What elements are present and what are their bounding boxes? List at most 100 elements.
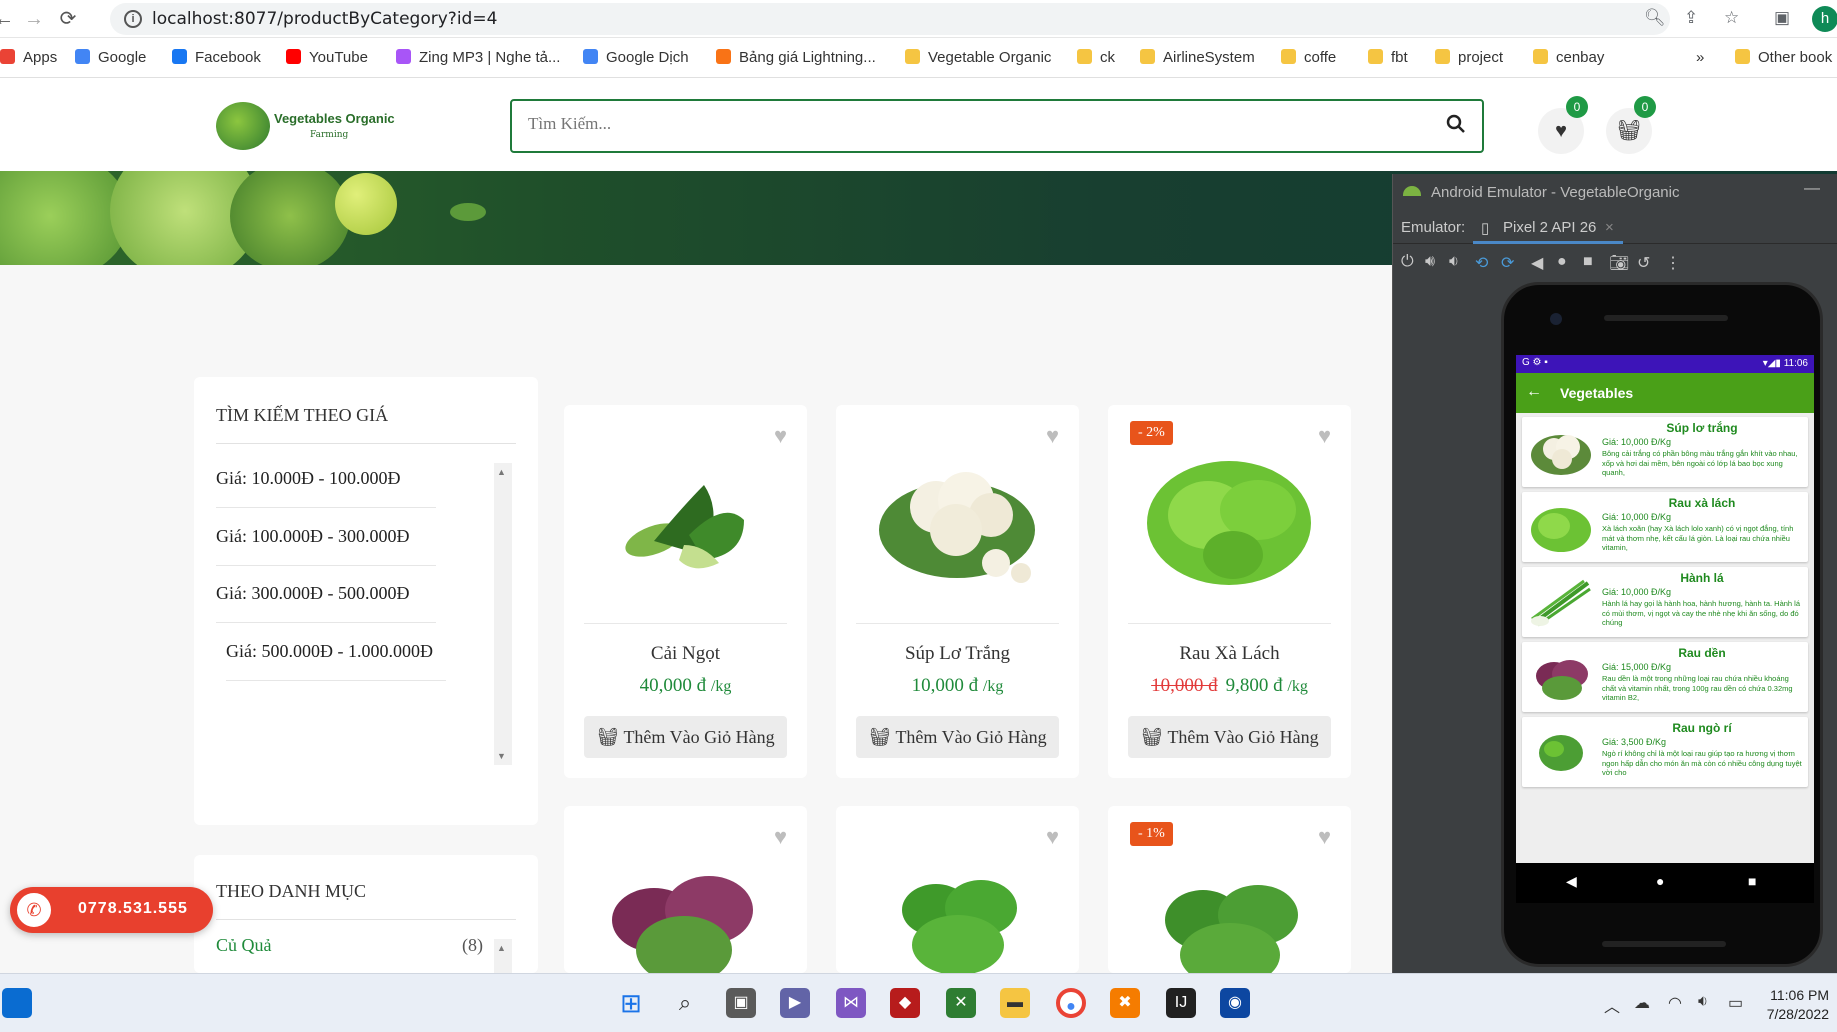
product-image[interactable] bbox=[1138, 445, 1321, 595]
bookmark-item[interactable]: » bbox=[1696, 49, 1704, 66]
side-panel-icon[interactable]: ▣ bbox=[1774, 8, 1790, 28]
price-range-option[interactable]: Giá: 100.000Đ - 300.000Đ bbox=[216, 526, 409, 547]
android-back-icon[interactable]: ◀ bbox=[1566, 873, 1577, 890]
show-desktop-icon[interactable] bbox=[2, 988, 32, 1018]
chevron-up-icon[interactable]: ︿ bbox=[1604, 993, 1620, 1017]
cart-button[interactable]: 🧺︎ 0 bbox=[1606, 96, 1656, 154]
file-explorer-icon[interactable]: ▬ bbox=[1000, 988, 1030, 1018]
android-recents-icon[interactable]: ■ bbox=[1748, 873, 1756, 889]
undo-icon[interactable]: ↺ bbox=[1637, 253, 1650, 273]
url-bar[interactable]: i localhost:8077/productByCategory?id=4 bbox=[110, 3, 1670, 35]
bookmark-item[interactable]: Bảng giá Lightning... bbox=[716, 49, 876, 66]
bookmark-item[interactable]: cenbay bbox=[1533, 49, 1604, 66]
rotate-left-icon[interactable]: ⟲ bbox=[1475, 253, 1488, 273]
search-taskbar-icon[interactable]: ⌕ bbox=[670, 988, 700, 1018]
vegetable-list-item[interactable]: Súp lơ trắng Giá: 10,000 Đ/Kg Bông cải t… bbox=[1522, 417, 1808, 487]
xbox-icon[interactable]: ✕ bbox=[946, 988, 976, 1018]
vegetable-list-item[interactable]: Rau ngò rí Giá: 3,500 Đ/Kg Ngò rí không … bbox=[1522, 717, 1808, 787]
minimize-icon[interactable]: — bbox=[1804, 180, 1820, 198]
product-name[interactable]: Cải Ngọt bbox=[564, 643, 807, 665]
chrome-icon[interactable]: ● bbox=[1056, 988, 1086, 1018]
bookmark-item[interactable]: project bbox=[1435, 49, 1503, 66]
cloud-icon[interactable]: ☁ bbox=[1634, 993, 1650, 1013]
search-icon[interactable] bbox=[1446, 114, 1466, 140]
product-card[interactable]: ♥ bbox=[836, 806, 1079, 975]
volume-down-icon[interactable]: 🔉︎ bbox=[1449, 253, 1459, 271]
app-icon[interactable]: ◆ bbox=[890, 988, 920, 1018]
task-view-icon[interactable]: ▣ bbox=[726, 988, 756, 1018]
add-to-cart-button[interactable]: 🧺︎ Thêm Vào Giỏ Hàng bbox=[1128, 716, 1331, 758]
vegetable-list-item[interactable]: Rau dền Giá: 15,000 Đ/Kg Rau dền là một … bbox=[1522, 642, 1808, 712]
price-list-scrollbar[interactable]: ▲ ▼ bbox=[494, 463, 512, 765]
add-to-cart-button[interactable]: 🧺︎ Thêm Vào Giỏ Hàng bbox=[584, 716, 787, 758]
bookmark-item[interactable]: YouTube bbox=[286, 49, 368, 66]
battery-icon[interactable]: ▭ bbox=[1728, 993, 1743, 1013]
volume-icon[interactable]: 🔉︎ bbox=[1698, 993, 1708, 1011]
vegetable-list-item[interactable]: Hành lá Giá: 10,000 Đ/Kg Hành lá hay gọi… bbox=[1522, 567, 1808, 637]
visual-studio-icon[interactable]: ⋈ bbox=[836, 988, 866, 1018]
bookmark-item[interactable]: Zing MP3 | Nghe tả... bbox=[396, 49, 560, 66]
price-range-option[interactable]: Giá: 500.000Đ - 1.000.000Đ bbox=[226, 641, 433, 662]
power-icon[interactable]: ⏻ bbox=[1401, 253, 1414, 271]
heart-icon[interactable]: ♥ bbox=[1046, 824, 1059, 850]
close-tab-icon[interactable]: × bbox=[1605, 219, 1614, 236]
back-arrow-icon[interactable]: ← bbox=[1526, 383, 1542, 401]
product-name[interactable]: Súp Lơ Trắng bbox=[836, 643, 1079, 665]
wishlist-button[interactable]: ♥ 0 bbox=[1538, 96, 1588, 154]
device-tab[interactable]: ▯ Pixel 2 API 26 × bbox=[1473, 210, 1623, 244]
forward-icon[interactable]: → bbox=[22, 7, 46, 31]
intellij-icon[interactable]: IJ bbox=[1166, 988, 1196, 1018]
start-icon[interactable]: ⊞ bbox=[616, 988, 646, 1018]
camera-icon[interactable]: 📷︎ bbox=[1609, 253, 1629, 273]
android-studio-icon[interactable]: ◉ bbox=[1220, 988, 1250, 1018]
product-card[interactable]: ♥ bbox=[564, 806, 807, 984]
wifi-icon[interactable]: ◠ bbox=[1668, 993, 1682, 1013]
home-nav-icon[interactable]: ● bbox=[1557, 253, 1567, 271]
zoom-icon[interactable]: 🔍︎ bbox=[1644, 8, 1666, 28]
price-range-option[interactable]: Giá: 10.000Đ - 100.000Đ bbox=[216, 468, 400, 489]
bookmark-item[interactable]: Google Dịch bbox=[583, 49, 689, 66]
heart-icon[interactable]: ♥ bbox=[774, 824, 787, 850]
product-card[interactable]: - 1% ♥ bbox=[1108, 806, 1351, 987]
product-card[interactable]: ♥ Súp Lơ Trắng 10,000 đ /kg 🧺︎ Thêm Vào … bbox=[836, 405, 1079, 778]
product-card[interactable]: - 2% ♥ Rau Xà Lách 10,000 đ 9,800 đ /kg 🧺… bbox=[1108, 405, 1351, 778]
profile-avatar[interactable]: h bbox=[1812, 6, 1837, 32]
rotate-right-icon[interactable]: ⟳ bbox=[1501, 253, 1514, 273]
chat-icon[interactable]: ▶ bbox=[780, 988, 810, 1018]
back-nav-icon[interactable]: ◀ bbox=[1531, 253, 1543, 273]
product-image[interactable] bbox=[594, 445, 777, 595]
heart-icon[interactable]: ♥ bbox=[1318, 824, 1331, 850]
site-info-icon[interactable]: i bbox=[124, 10, 142, 28]
star-icon[interactable]: ☆ bbox=[1724, 8, 1739, 28]
clock[interactable]: 11:06 PM 7/28/2022 bbox=[1767, 986, 1829, 1024]
bookmark-item[interactable]: coffe bbox=[1281, 49, 1336, 66]
xampp-icon[interactable]: ✖ bbox=[1110, 988, 1140, 1018]
reload-icon[interactable]: ⟳ bbox=[56, 7, 80, 31]
back-icon[interactable]: ← bbox=[0, 7, 16, 31]
share-icon[interactable]: ⇪ bbox=[1684, 8, 1698, 28]
bookmark-item[interactable]: Vegetable Organic bbox=[905, 49, 1051, 66]
bookmark-item[interactable]: AirlineSystem bbox=[1140, 49, 1255, 66]
price-range-option[interactable]: Giá: 300.000Đ - 500.000Đ bbox=[216, 583, 409, 604]
bookmark-item[interactable]: Apps bbox=[0, 49, 57, 66]
product-name[interactable]: Rau Xà Lách bbox=[1108, 643, 1351, 665]
bookmark-item[interactable]: Facebook bbox=[172, 49, 261, 66]
more-icon[interactable]: ⋮ bbox=[1665, 253, 1681, 273]
bookmark-item[interactable]: Other book bbox=[1735, 49, 1832, 66]
category-item[interactable]: Củ Quả bbox=[216, 935, 272, 956]
vegetable-list-item[interactable]: Rau xà lách Giá: 10,000 Đ/Kg Xà lách xoă… bbox=[1522, 492, 1808, 562]
hotline-button[interactable]: ✆ 0778.531.555 bbox=[10, 887, 213, 933]
bookmark-item[interactable]: fbt bbox=[1368, 49, 1408, 66]
product-image[interactable] bbox=[866, 445, 1049, 595]
overview-nav-icon[interactable]: ■ bbox=[1583, 253, 1593, 271]
bookmark-item[interactable]: ck bbox=[1077, 49, 1115, 66]
add-to-cart-button[interactable]: 🧺︎ Thêm Vào Giỏ Hàng bbox=[856, 716, 1059, 758]
product-card[interactable]: ♥ Cải Ngọt 40,000 đ /kg 🧺︎ Thêm Vào Giỏ … bbox=[564, 405, 807, 778]
volume-up-icon[interactable]: 🔊︎ bbox=[1425, 253, 1435, 271]
logo-title[interactable]: Vegetables Organic bbox=[274, 111, 395, 126]
logo-icon[interactable] bbox=[216, 102, 270, 150]
bookmark-item[interactable]: Google bbox=[75, 49, 146, 66]
search-input[interactable] bbox=[528, 114, 1428, 134]
category-scrollbar[interactable]: ▲ bbox=[494, 939, 512, 973]
android-home-icon[interactable]: ● bbox=[1656, 873, 1664, 889]
